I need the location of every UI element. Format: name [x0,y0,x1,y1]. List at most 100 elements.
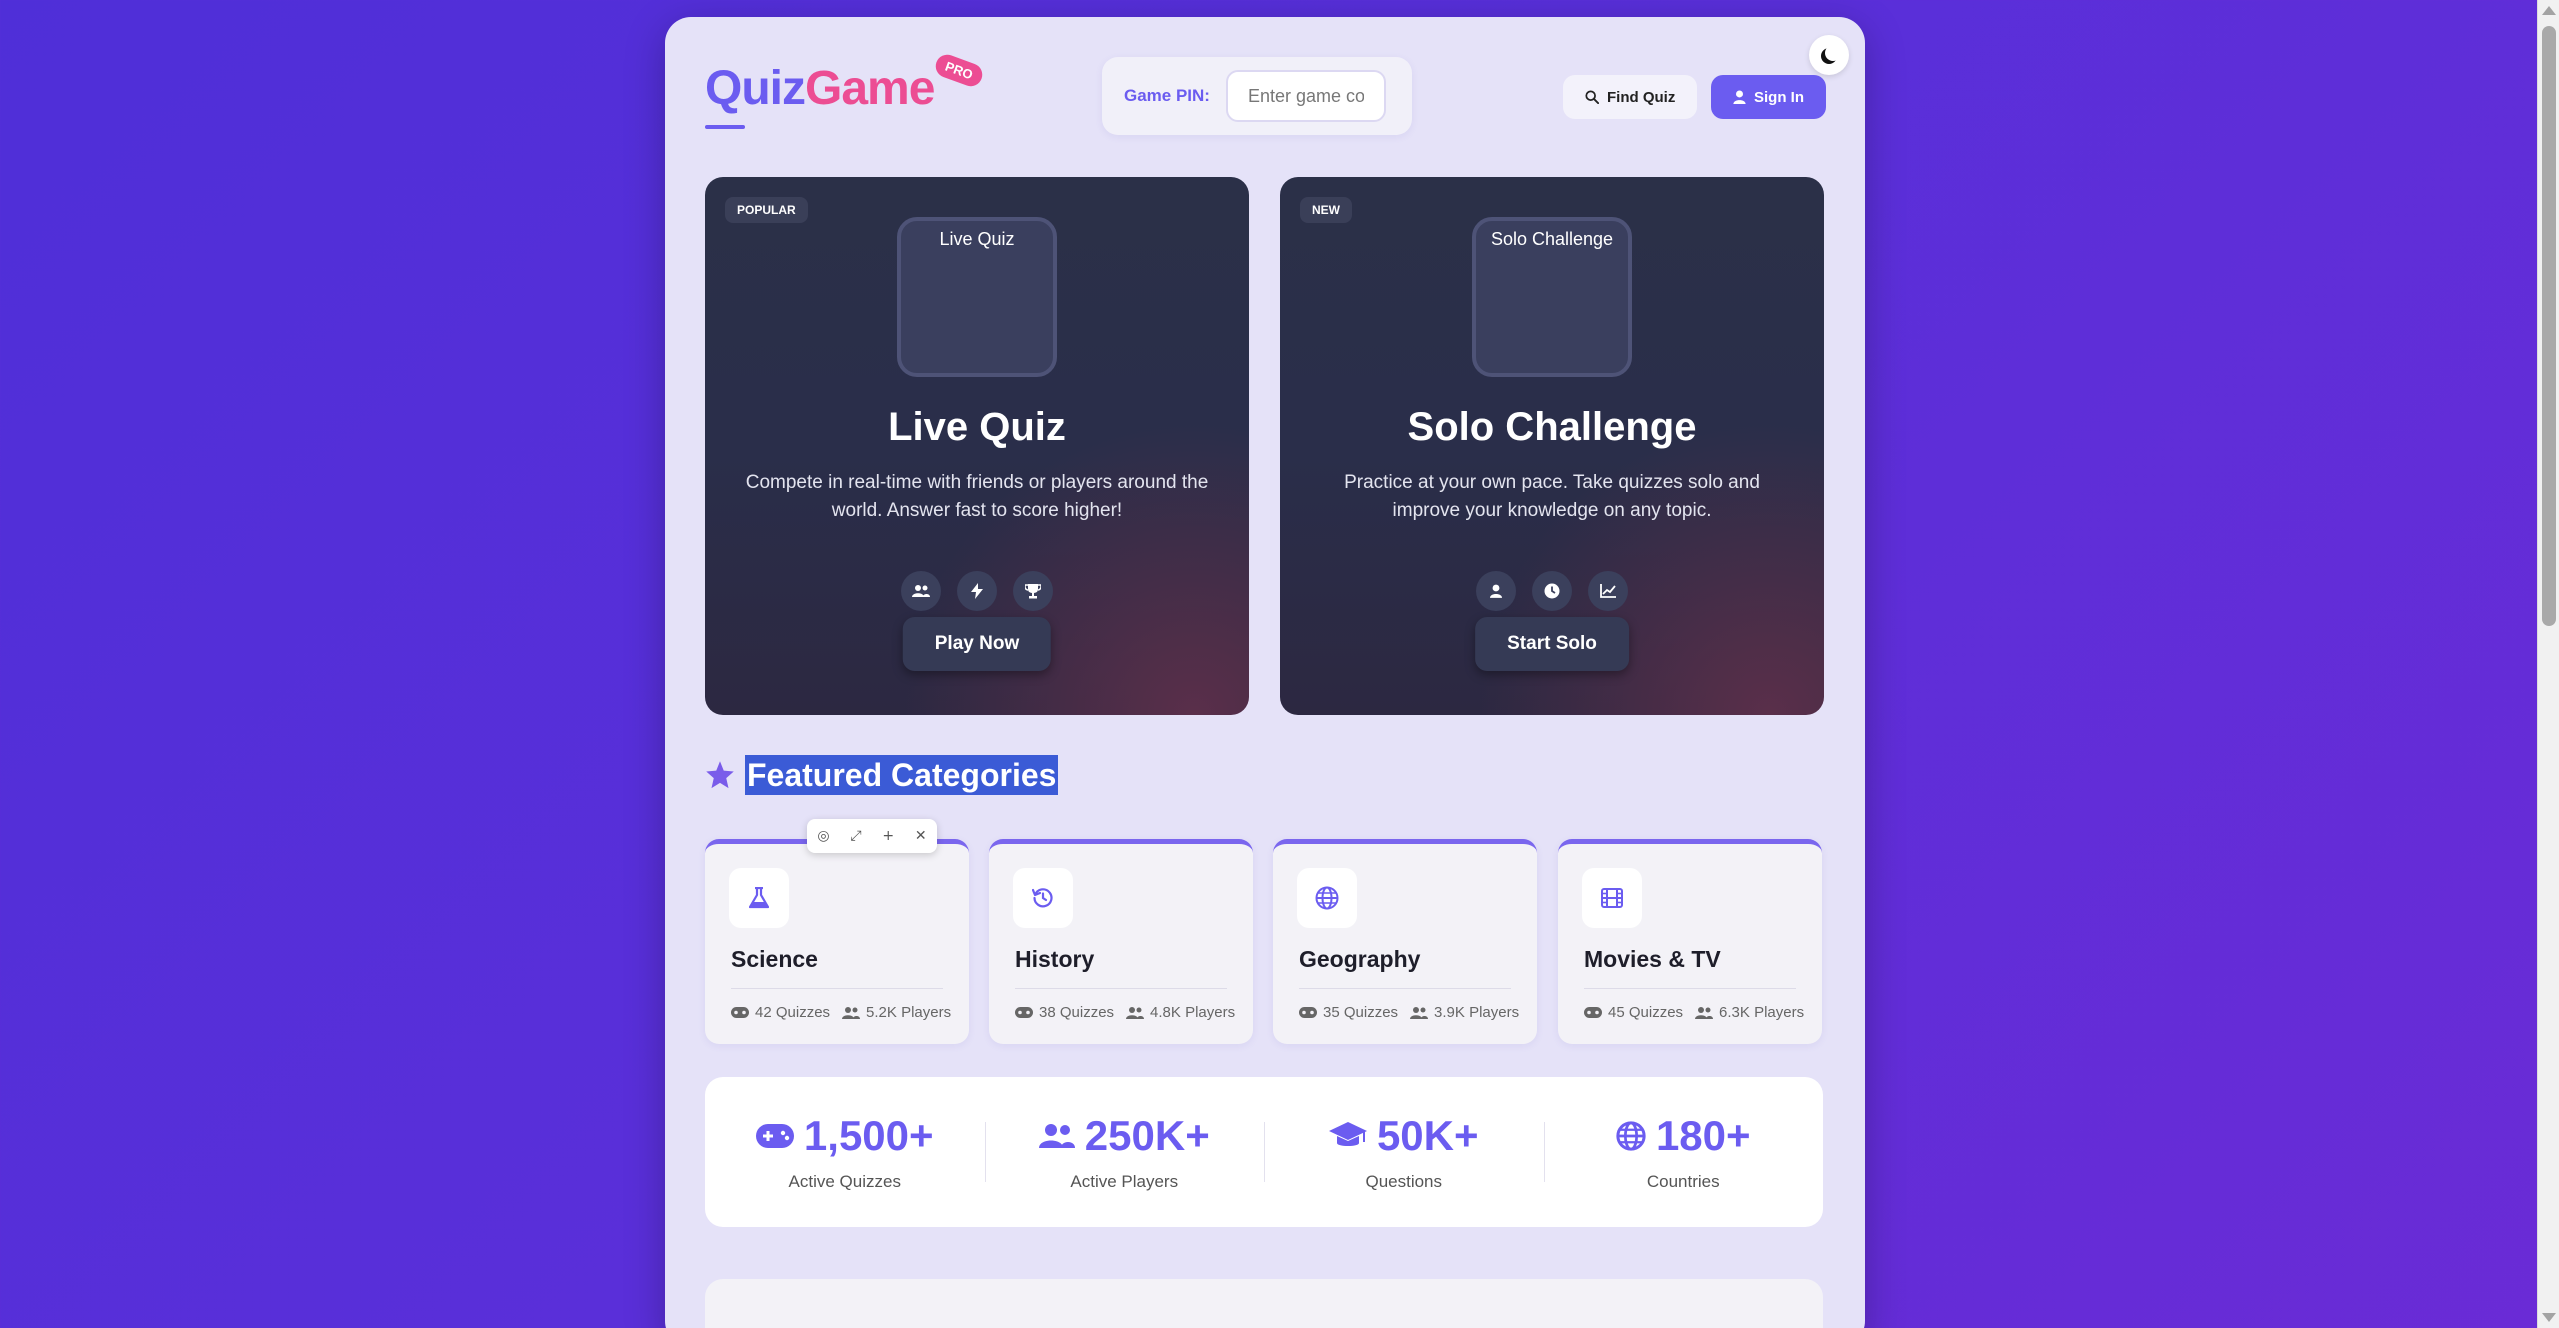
ai-assistant-icon[interactable]: ◎ [817,828,829,844]
gamepad-icon [1299,1007,1317,1018]
theme-toggle-button[interactable] [1809,35,1849,75]
solo-challenge-title: Solo Challenge [1407,405,1697,449]
category-quiz-count: 35 Quizzes [1323,1004,1399,1021]
history-icon [1013,868,1073,928]
start-solo-button[interactable]: Start Solo [1475,617,1629,671]
stats-panel: 1,500+ Active Quizzes 250K+ Active Playe… [705,1077,1823,1227]
category-quiz-count: 42 Quizzes [755,1004,831,1021]
divider [731,988,943,989]
scrollbar-thumb[interactable] [2542,26,2556,626]
divider [1299,988,1511,989]
users-icon [1126,1006,1145,1019]
star-icon [706,761,734,789]
live-quiz-image: Live Quiz [897,217,1057,377]
logo[interactable]: QuizGame PRO [705,51,986,129]
logo-underline [705,125,745,129]
bolt-icon [957,571,997,611]
category-name: History [1015,946,1095,972]
globe-icon [1616,1121,1646,1151]
play-now-button[interactable]: Play Now [902,617,1052,671]
category-name: Science [731,946,818,972]
find-quiz-button[interactable]: Find Quiz [1563,75,1698,119]
users-icon [1038,1124,1075,1148]
users-icon [901,571,941,611]
stat-value: 250K+ [1084,1112,1210,1159]
solo-challenge-image: Solo Challenge [1472,217,1632,377]
new-badge: NEW [1300,197,1352,223]
stat-value: 50K+ [1376,1112,1479,1159]
category-player-count: 4.8K Players [1150,1004,1236,1021]
divider [1584,988,1796,989]
user-icon [1733,90,1746,104]
live-quiz-title: Live Quiz [888,405,1066,449]
sign-in-label: Sign In [1754,88,1804,106]
category-player-count: 6.3K Players [1719,1004,1805,1021]
stat-label: Active Players [1070,1172,1179,1191]
category-quiz-count: 38 Quizzes [1039,1004,1115,1021]
category-card-movies-tv[interactable]: Movies & TV 45 Quizzes 6.3K Players [1558,839,1822,1044]
gamepad-icon [1584,1007,1602,1018]
featured-header: Featured Categories [705,755,1059,795]
stat-countries: 180+ Countries [1543,1112,1824,1192]
close-icon[interactable]: ✕ [915,828,927,844]
live-quiz-card[interactable]: POPULAR Live Quiz Live Quiz Compete in r… [705,177,1249,715]
live-quiz-features [705,571,1249,611]
game-pin-box: Game PIN: [1102,57,1412,135]
stat-questions: 50K+ Questions [1264,1112,1544,1192]
logo-game-text: Game [805,62,935,115]
moon-icon [1825,45,1841,61]
category-quiz-count: 45 Quizzes [1608,1004,1684,1021]
gamepad-icon [755,1124,794,1148]
users-icon [1410,1006,1429,1019]
clock-icon [1532,571,1572,611]
stat-label: Countries [1646,1172,1720,1191]
graduation-cap-icon [1328,1122,1367,1146]
chart-line-icon [1588,571,1628,611]
logo-quiz-text: Quiz [705,62,806,115]
film-icon [1582,868,1642,928]
category-meta: 38 Quizzes 4.8K Players [1015,1004,1235,1021]
find-quiz-label: Find Quiz [1607,88,1676,106]
selection-toolbar[interactable]: ◎ ⤢ + ✕ [807,819,937,853]
scroll-up-icon[interactable] [2542,6,2556,15]
featured-categories-title: Featured Categories [745,755,1059,795]
trophy-icon [1013,571,1053,611]
flask-icon [729,868,789,928]
expand-icon[interactable]: ⤢ [850,828,861,844]
main-panel: QuizGame PRO Game PIN: Find Quiz Sign In… [665,17,1865,1328]
globe-icon [1297,868,1357,928]
next-section-card [705,1279,1823,1328]
category-name: Movies & TV [1584,946,1721,972]
sign-in-button[interactable]: Sign In [1711,75,1826,119]
add-icon[interactable]: + [882,828,894,844]
users-icon [1695,1006,1714,1019]
gamepad-icon [731,1007,749,1018]
category-card-science[interactable]: Science 42 Quizzes 5.2K Players [705,839,969,1044]
divider [1015,988,1227,989]
category-card-history[interactable]: History 38 Quizzes 4.8K Players [989,839,1253,1044]
game-pin-label: Game PIN: [1124,86,1210,105]
scroll-down-icon[interactable] [2542,1313,2556,1322]
stat-active-players: 250K+ Active Players [984,1112,1265,1192]
stat-value: 1,500+ [803,1112,934,1159]
live-quiz-description: Compete in real-time with friends or pla… [745,472,1209,521]
popular-badge: POPULAR [725,197,808,223]
game-pin-input[interactable] [1225,70,1386,122]
solo-challenge-card[interactable]: NEW Solo Challenge Solo Challenge Practi… [1280,177,1824,715]
page-scrollbar[interactable] [2537,0,2559,1328]
category-card-geography[interactable]: Geography 35 Quizzes 3.9K Players [1273,839,1537,1044]
stat-active-quizzes: 1,500+ Active Quizzes [705,1112,985,1192]
users-icon [842,1006,861,1019]
gamepad-icon [1015,1007,1033,1018]
category-name: Geography [1299,946,1421,972]
solo-challenge-features [1280,571,1824,611]
category-player-count: 3.9K Players [1434,1004,1520,1021]
search-icon [1585,90,1599,104]
stat-value: 180+ [1655,1112,1751,1159]
category-meta: 42 Quizzes 5.2K Players [731,1004,951,1021]
category-meta: 35 Quizzes 3.9K Players [1299,1004,1519,1021]
category-meta: 45 Quizzes 6.3K Players [1584,1004,1804,1021]
user-icon [1476,571,1516,611]
solo-challenge-description: Practice at your own pace. Take quizzes … [1344,472,1760,521]
stat-label: Questions [1365,1172,1443,1191]
